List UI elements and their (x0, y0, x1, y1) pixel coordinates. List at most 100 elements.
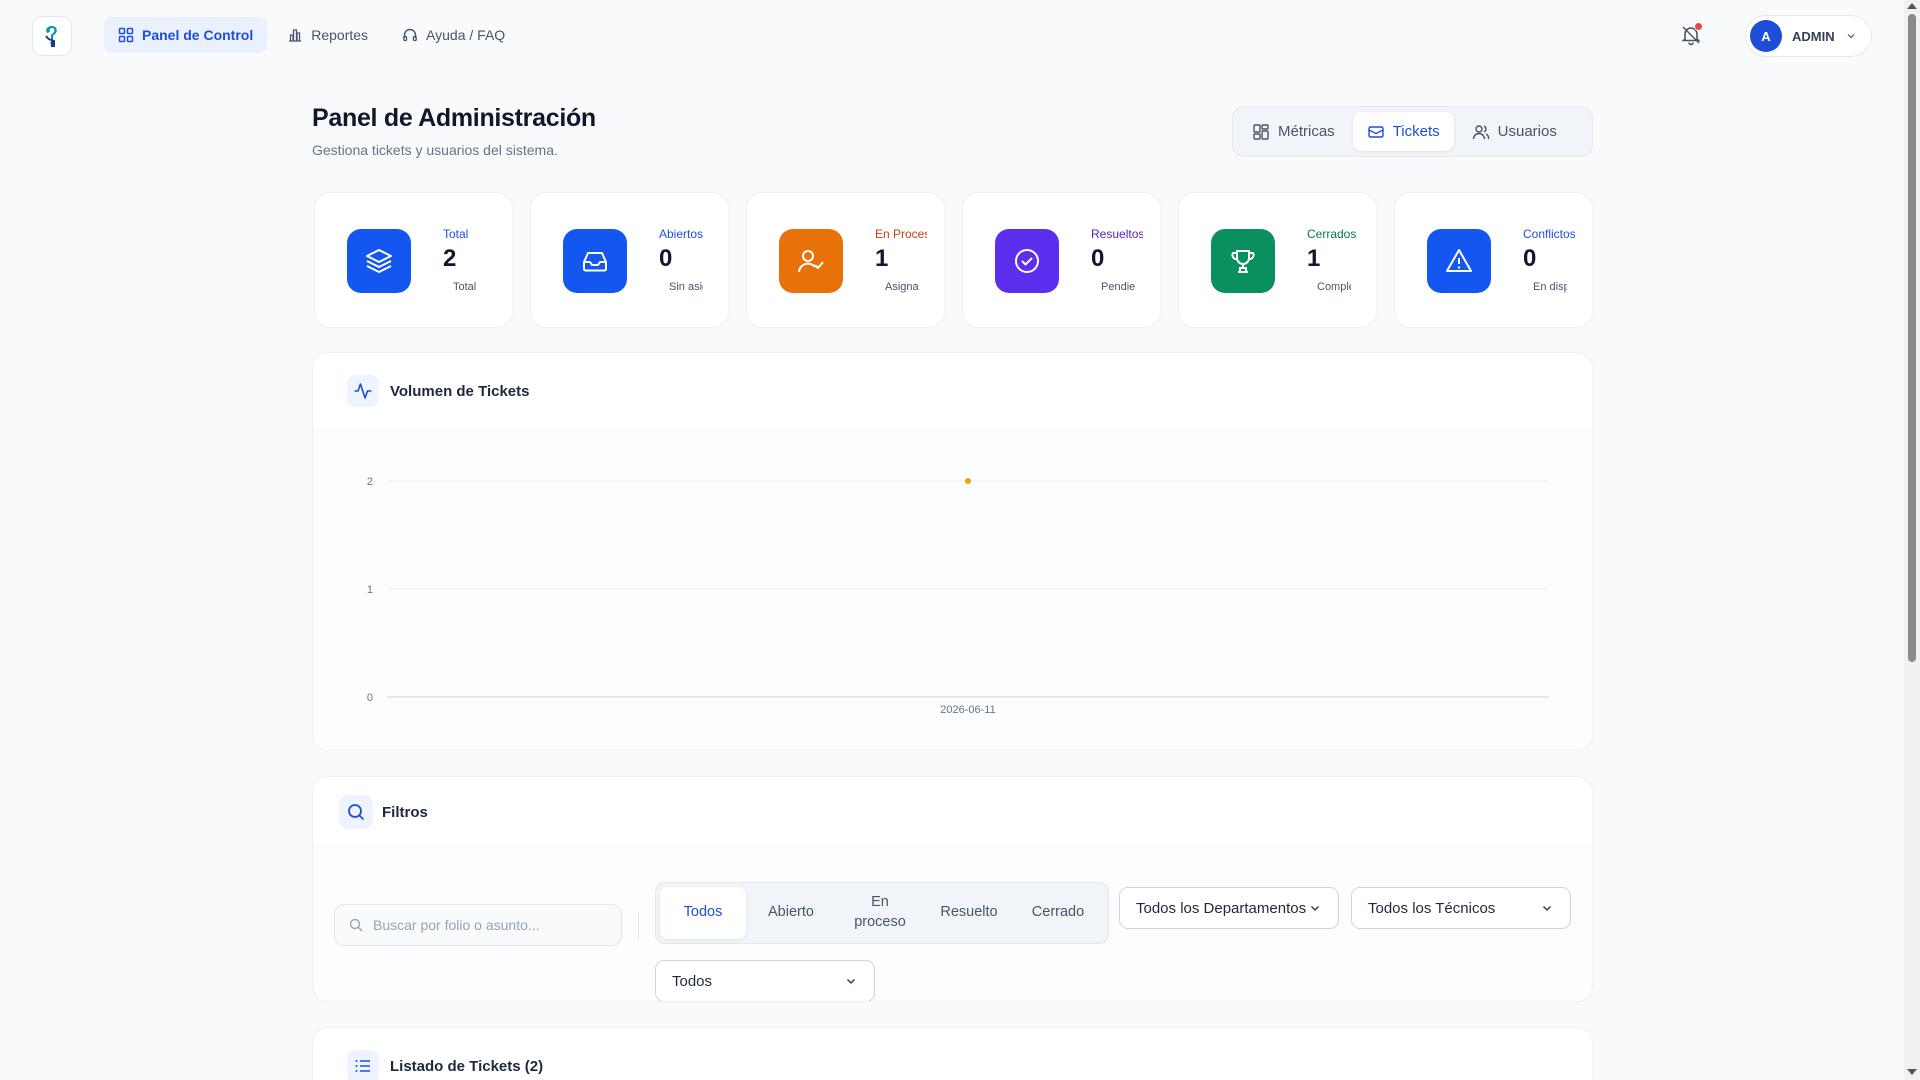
card-header: Filtros (313, 777, 1592, 847)
stat-card-total: Total 2 Total (314, 192, 513, 328)
card-title: Listado de Tickets (2) (390, 1058, 544, 1075)
headphones-icon (403, 28, 417, 42)
scroll-up-arrow[interactable] (1907, 3, 1917, 9)
y-tick-label: 1 (367, 584, 373, 596)
stat-desc: Completados (1317, 281, 1351, 293)
activity-icon (354, 383, 372, 399)
alert-triangle-icon (1446, 249, 1472, 272)
card-header-icon-box (347, 375, 379, 407)
page-scrollbar[interactable] (1904, 0, 1920, 1080)
stat-value: 1 (1307, 245, 1321, 272)
stat-desc: Pendientes (1101, 281, 1135, 293)
stat-icon-box (1211, 229, 1275, 293)
stat-desc: Asignados (885, 281, 919, 293)
status-cerrado[interactable]: Cerrado (1014, 887, 1102, 939)
status-abierto[interactable]: Abierto (746, 887, 836, 939)
avatar: A (1750, 20, 1782, 52)
stat-value: 2 (443, 245, 457, 272)
divider (638, 912, 639, 940)
data-point[interactable] (965, 478, 971, 484)
priority-select[interactable]: Todos (655, 960, 875, 1001)
ticket-list-card: Listado de Tickets (2) (312, 1027, 1593, 1080)
chevron-down-icon (1847, 33, 1855, 39)
search-input[interactable] (373, 917, 603, 933)
x-tick-label: 2026-06-11 (940, 704, 995, 716)
grid-icon (118, 27, 134, 43)
stat-icon-box (563, 229, 627, 293)
app-logo[interactable] (32, 16, 72, 56)
user-check-icon (798, 250, 824, 273)
status-en-proceso[interactable]: En proceso (836, 887, 924, 939)
ticket-volume-chart: 0 1 2 2026-06-11 (367, 476, 1549, 716)
stat-icon-box (1427, 229, 1491, 293)
chevron-down-icon (846, 978, 856, 985)
card-header-icon-box (339, 795, 373, 829)
stat-desc: Sin asignar (669, 281, 703, 293)
status-filter-group: Todos Abierto En proceso Resuelto Cerrad… (655, 882, 1109, 944)
tab-usuarios[interactable]: Usuarios (1458, 112, 1571, 151)
card-header-icon-box (347, 1050, 379, 1080)
stat-label: Cerrados (1307, 227, 1357, 241)
stat-value: 0 (659, 245, 673, 272)
y-tick-label: 2 (367, 476, 373, 488)
nav-ayuda-faq[interactable]: Ayuda / FAQ (388, 17, 519, 53)
nav-label: Ayuda / FAQ (426, 27, 506, 43)
list-icon (355, 1060, 370, 1072)
stat-icon-box (995, 229, 1059, 293)
stat-icon-box (347, 229, 411, 293)
notification-badge (1694, 22, 1703, 31)
inbox-icon (583, 252, 607, 272)
nav-panel-de-control[interactable]: Panel de Control (104, 17, 268, 53)
check-circle-icon (1015, 249, 1039, 273)
tab-label: Métricas (1278, 123, 1335, 140)
technician-select[interactable]: Todos los Técnicos (1351, 887, 1571, 929)
technician-select-value: Todos los Técnicos (1368, 899, 1496, 917)
view-tabs: Métricas Tickets Usuarios (1232, 106, 1593, 157)
card-header: Volumen de Tickets (313, 353, 1592, 431)
filters-card: Filtros Todos Abierto En proceso Resuelt… (312, 776, 1593, 1002)
status-todos[interactable]: Todos (660, 887, 746, 939)
stat-card-resueltos: Resueltos 0 Pendientes (962, 192, 1161, 328)
stat-card-cerrados: Cerrados 1 Completados (1178, 192, 1377, 328)
stat-desc: Total (453, 281, 477, 293)
tab-metricas[interactable]: Métricas (1238, 112, 1349, 151)
layout-icon (1253, 123, 1269, 140)
nav-label: Panel de Control (142, 27, 254, 43)
status-resuelto[interactable]: Resuelto (924, 887, 1014, 939)
card-title: Filtros (382, 804, 428, 821)
stat-label: Conflictos (1523, 227, 1575, 241)
stat-card-conflictos: Conflictos 0 En disputa (1394, 192, 1593, 328)
priority-select-value: Todos (672, 972, 713, 990)
stat-desc: En disputa (1533, 281, 1567, 293)
stat-label: Abiertos (659, 227, 704, 241)
chevron-down-icon (1310, 905, 1320, 912)
search-box[interactable] (334, 904, 622, 946)
page-subtitle: Gestiona tickets y usuarios del sistema. (312, 142, 558, 158)
nav-reportes[interactable]: Reportes (273, 17, 382, 53)
stat-label: En Proceso (875, 227, 927, 241)
scroll-thumb[interactable] (1908, 14, 1916, 662)
department-select[interactable]: Todos los Departamentos (1119, 887, 1339, 929)
search-icon (349, 918, 363, 932)
stat-label: Total (443, 227, 469, 241)
tab-label: Tickets (1392, 123, 1440, 140)
ticket-volume-card: Volumen de Tickets 0 1 2 2026-06-11 (312, 352, 1593, 751)
notifications-button[interactable] (1680, 22, 1703, 46)
filters-body: Todos Abierto En proceso Resuelto Cerrad… (313, 847, 1592, 1001)
stat-label: Resueltos (1091, 227, 1143, 241)
ticket-icon (1367, 125, 1384, 138)
tab-label: Usuarios (1497, 123, 1557, 140)
top-navigation: Panel de Control Reportes Ayuda / FAQ A … (0, 0, 1900, 70)
chart-area: 0 1 2 2026-06-11 (313, 431, 1592, 750)
tab-tickets[interactable]: Tickets (1352, 112, 1454, 151)
scroll-down-arrow[interactable] (1907, 1069, 1917, 1075)
stat-card-en-proceso: En Proceso 1 Asignados (746, 192, 945, 328)
user-menu[interactable]: A ADMIN (1745, 15, 1872, 57)
stat-card-abiertos: Abiertos 0 Sin asignar (530, 192, 729, 328)
y-tick-label: 0 (367, 692, 373, 704)
stat-icon-box (779, 229, 843, 293)
layers-icon (366, 249, 392, 273)
card-title: Volumen de Tickets (390, 383, 530, 400)
department-select-value: Todos los Departamentos (1136, 899, 1307, 917)
stat-value: 1 (875, 245, 889, 272)
